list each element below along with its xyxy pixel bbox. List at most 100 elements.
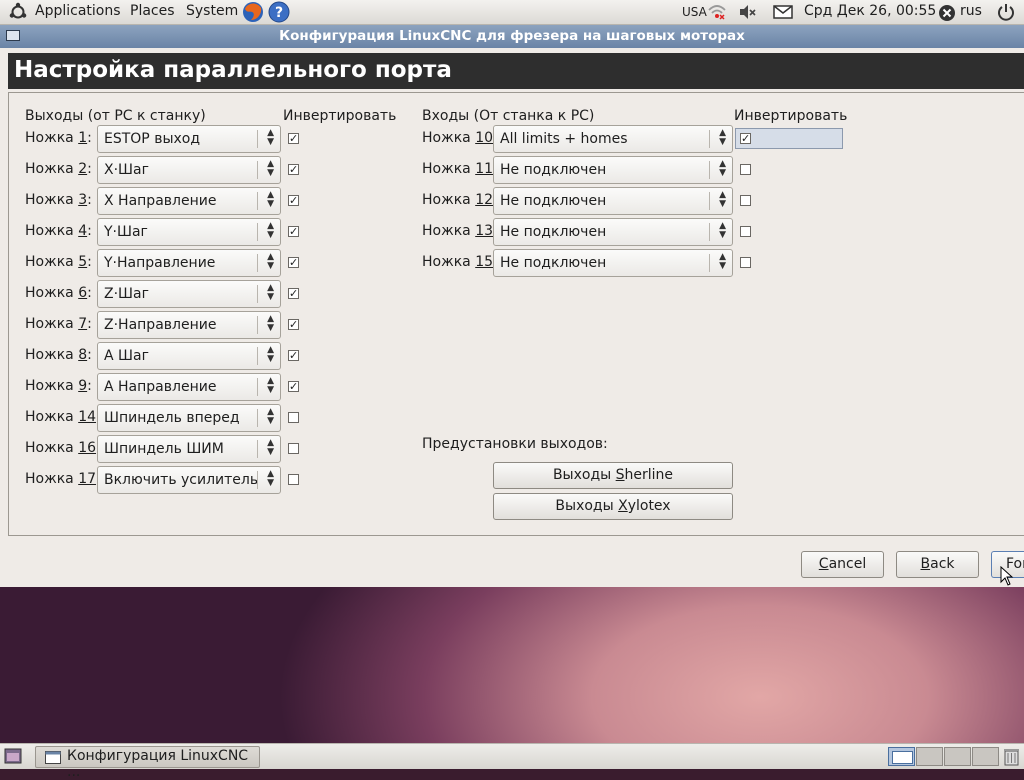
pin-colon: : (87, 254, 92, 270)
select-arrows-icon: ▲ ▼ (267, 190, 274, 209)
workspace-4[interactable] (972, 747, 999, 766)
page-header: Настройка параллельного порта (8, 53, 1024, 89)
user-name[interactable]: rus (960, 3, 982, 19)
pin-label-text: Ножка (25, 409, 79, 425)
pin-select-value: X·Шаг (104, 162, 149, 178)
pin-number: 14 (78, 409, 97, 425)
output-invert-checkbox[interactable] (288, 443, 299, 454)
input-invert-checkbox[interactable]: ✓ (740, 133, 751, 144)
pin-number: 11 (475, 161, 494, 177)
workspace-3[interactable] (944, 747, 971, 766)
pin-select-value: Z·Направление (104, 317, 217, 333)
pin-select-value: Не подключен (500, 193, 607, 209)
mail-icon[interactable] (772, 2, 794, 22)
pin-select-value: Включить усилитель (104, 472, 259, 488)
places-menu[interactable]: Places (130, 3, 175, 19)
input-invert-checkbox[interactable] (740, 226, 751, 237)
desktop-background[interactable] (0, 587, 1024, 743)
output-invert-checkbox[interactable]: ✓ (288, 350, 299, 361)
input-invert-checkbox[interactable] (740, 164, 751, 175)
volume-muted-icon[interactable] (737, 2, 757, 22)
output-pin-label: Ножка 5: (25, 254, 92, 270)
output-pin-select[interactable]: Z·Шаг ▲ ▼ (97, 280, 281, 308)
output-pin-label: Ножка 8: (25, 347, 92, 363)
pin-number: 10 (475, 130, 494, 146)
select-arrows-icon: ▲ ▼ (267, 345, 274, 364)
select-arrows-icon: ▲ ▼ (267, 221, 274, 240)
output-pin-select[interactable]: X Направление ▲ ▼ (97, 187, 281, 215)
workspace-1[interactable] (888, 747, 915, 766)
output-pin-label: Ножка 7: (25, 316, 92, 332)
pin-select-separator (257, 192, 258, 210)
clock[interactable]: Срд Дек 26, 00:55 (804, 3, 936, 19)
output-pin-select[interactable]: X·Шаг ▲ ▼ (97, 156, 281, 184)
output-pin-select[interactable]: A Шаг ▲ ▼ (97, 342, 281, 370)
output-pin-select[interactable]: Z·Направление ▲ ▼ (97, 311, 281, 339)
output-invert-checkbox[interactable]: ✓ (288, 133, 299, 144)
pin-label-text: Ножка (25, 130, 79, 146)
input-pin-select[interactable]: Не подключен ▲ ▼ (493, 156, 733, 184)
pin-number: 12 (475, 192, 494, 208)
preset-sherline-button[interactable]: Выходы Sherline (493, 462, 733, 489)
output-pin-label: Ножка 9: (25, 378, 92, 394)
keyboard-layout-indicator[interactable]: USA (682, 5, 707, 19)
input-pin-select[interactable]: All limits + homes ▲ ▼ (493, 125, 733, 153)
output-invert-checkbox[interactable]: ✓ (288, 195, 299, 206)
select-arrows-icon: ▲ ▼ (719, 159, 726, 178)
output-pin-select[interactable]: Y·Шаг ▲ ▼ (97, 218, 281, 246)
input-invert-checkbox[interactable] (740, 257, 751, 268)
ubuntu-logo-icon[interactable] (8, 2, 28, 22)
input-invert-checkbox[interactable] (740, 195, 751, 206)
output-invert-checkbox[interactable]: ✓ (288, 381, 299, 392)
output-pin-select[interactable]: A Направление ▲ ▼ (97, 373, 281, 401)
output-invert-checkbox[interactable]: ✓ (288, 257, 299, 268)
output-pin-label: Ножка 14: (25, 409, 101, 425)
output-pin-select[interactable]: Включить усилитель ▲ ▼ (97, 466, 281, 494)
pin-select-separator (709, 192, 710, 210)
outputs-header: Выходы (от PC к станку) (25, 108, 206, 124)
output-invert-checkbox[interactable]: ✓ (288, 319, 299, 330)
show-desktop-icon[interactable] (4, 748, 22, 765)
firefox-icon[interactable] (242, 1, 264, 23)
preset-sherline-label-pre: Выходы (552, 467, 616, 483)
pin-select-separator (257, 471, 258, 489)
help-icon[interactable]: ? (268, 1, 290, 23)
output-pin-select[interactable]: ESTOP выход ▲ ▼ (97, 125, 281, 153)
output-invert-checkbox[interactable] (288, 412, 299, 423)
pin-select-value: Z·Шаг (104, 286, 149, 302)
window-menu-icon[interactable] (6, 30, 20, 41)
user-status-icon[interactable] (938, 4, 956, 22)
pin-label-text: Ножка (25, 161, 79, 177)
output-pin-select[interactable]: Шпиндель вперед ▲ ▼ (97, 404, 281, 432)
output-pin-select[interactable]: Шпиндель ШИМ ▲ ▼ (97, 435, 281, 463)
system-menu[interactable]: System (186, 3, 238, 19)
network-wireless-icon[interactable] (707, 2, 727, 22)
workspace-2[interactable] (916, 747, 943, 766)
input-pin-select[interactable]: Не подключен ▲ ▼ (493, 249, 733, 277)
back-button[interactable]: Back (896, 551, 979, 578)
input-pin-label: Ножка 13: (422, 223, 498, 239)
output-invert-checkbox[interactable]: ✓ (288, 226, 299, 237)
taskbar-item-config-window[interactable]: Конфигурация LinuxCNC ... (35, 746, 260, 780)
bottom-panel: Конфигурация LinuxCNC ... (0, 743, 1024, 780)
pin-number: 1 (78, 130, 88, 146)
select-arrows-icon: ▲ ▼ (267, 376, 274, 395)
input-pin-select[interactable]: Не подключен ▲ ▼ (493, 218, 733, 246)
pin-label-text: Ножка (25, 316, 79, 332)
preset-xylotex-button[interactable]: Выходы Xylotex (493, 493, 733, 520)
select-arrows-icon: ▲ ▼ (267, 128, 274, 147)
output-invert-checkbox[interactable]: ✓ (288, 288, 299, 299)
cancel-button[interactable]: Cancel (801, 551, 884, 578)
pin-number: 9 (78, 378, 88, 394)
output-invert-checkbox[interactable] (288, 474, 299, 485)
window-titlebar[interactable]: Конфигурация LinuxCNC для фрезера на шаг… (0, 25, 1024, 48)
output-pin-select[interactable]: Y·Направление ▲ ▼ (97, 249, 281, 277)
output-invert-checkbox[interactable]: ✓ (288, 164, 299, 175)
pin-label-text: Ножка (422, 161, 476, 177)
trash-icon[interactable] (1003, 747, 1020, 766)
applications-menu[interactable]: Applications (35, 3, 121, 19)
pin-number: 4 (78, 223, 88, 239)
input-pin-label: Ножка 15: (422, 254, 498, 270)
power-icon[interactable] (996, 2, 1016, 22)
input-pin-select[interactable]: Не подключен ▲ ▼ (493, 187, 733, 215)
